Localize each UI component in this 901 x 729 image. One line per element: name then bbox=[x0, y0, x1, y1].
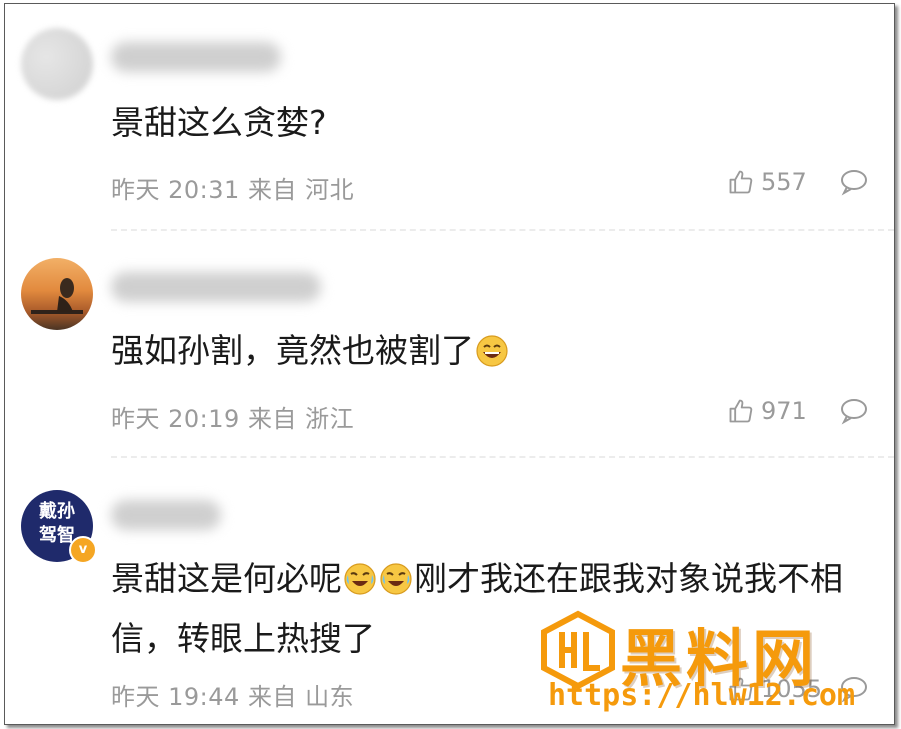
comment-time: 昨天 19:44 bbox=[111, 683, 240, 711]
comment-from: 来自 bbox=[247, 176, 297, 204]
watermark: 黑料网 https://hlw12.com bbox=[534, 610, 884, 720]
avatar[interactable] bbox=[21, 28, 93, 100]
comment-text: 景甜这么贪婪? bbox=[111, 103, 327, 142]
comment-from: 来自 bbox=[247, 405, 297, 433]
watermark-url: https://hlw12.com bbox=[548, 678, 856, 713]
username-blurred[interactable] bbox=[111, 272, 321, 302]
comment-text: 强如孙割，竟然也被割了 bbox=[111, 324, 864, 384]
thumbs-up-icon bbox=[729, 170, 753, 194]
thumbs-up-icon bbox=[729, 399, 753, 423]
comment-text-content: 景甜这是何必呢 bbox=[111, 559, 342, 598]
like-count: 971 bbox=[761, 397, 807, 425]
comment-from: 来自 bbox=[247, 683, 297, 711]
comment-bubble-icon bbox=[841, 170, 867, 196]
comment-meta: 昨天 19:44 来自 山东 bbox=[111, 677, 354, 712]
username-blurred[interactable] bbox=[111, 42, 281, 72]
comment-text-content: 强如孙割，竟然也被割了 bbox=[111, 331, 474, 370]
username-blurred[interactable] bbox=[111, 500, 221, 530]
reply-button[interactable] bbox=[839, 397, 869, 425]
avatar-silhouette-icon bbox=[31, 278, 83, 314]
laughing-emoji-icon bbox=[475, 330, 509, 384]
divider bbox=[111, 229, 894, 231]
comment-time: 昨天 20:19 bbox=[111, 405, 240, 433]
like-button[interactable]: 557 bbox=[727, 168, 807, 196]
comment-bubble-icon bbox=[841, 399, 867, 425]
crying-laughing-emoji-icon bbox=[379, 558, 413, 612]
reply-button[interactable] bbox=[839, 168, 869, 196]
comment-location: 河北 bbox=[305, 176, 355, 204]
like-count: 557 bbox=[761, 168, 807, 196]
comment-location: 浙江 bbox=[305, 405, 355, 433]
verified-badge: v bbox=[69, 536, 97, 564]
comment-meta: 昨天 20:19 来自 浙江 bbox=[111, 399, 354, 434]
comment-list: 景甜这么贪婪? 昨天 20:31 来自 河北 557 强如孙割，竟然也被割了 昨… bbox=[4, 3, 895, 725]
comment-meta: 昨天 20:31 来自 河北 bbox=[111, 170, 354, 205]
crying-laughing-emoji-icon bbox=[343, 558, 377, 612]
comment-location: 山东 bbox=[305, 683, 355, 711]
comment-time: 昨天 20:31 bbox=[111, 176, 240, 204]
divider bbox=[111, 456, 894, 458]
avatar-text-top: 戴孙 bbox=[39, 501, 75, 522]
avatar[interactable] bbox=[21, 258, 93, 330]
like-button[interactable]: 971 bbox=[727, 397, 807, 425]
